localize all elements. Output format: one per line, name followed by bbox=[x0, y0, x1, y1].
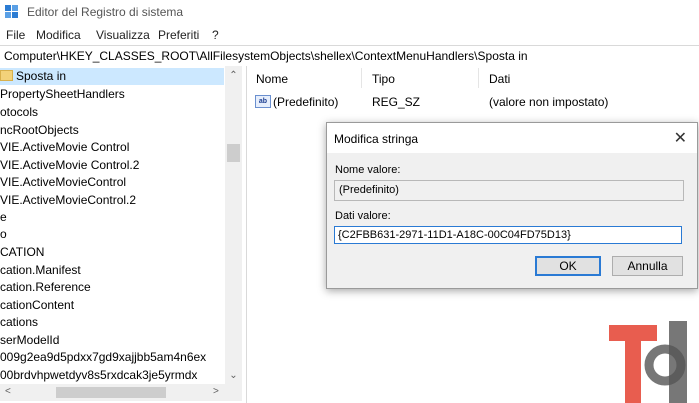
folder-icon bbox=[0, 70, 13, 82]
ok-button[interactable]: OK bbox=[535, 256, 601, 276]
tree-item[interactable]: cationContent bbox=[0, 297, 74, 314]
tree-vertical-scrollbar[interactable]: ⌃ ⌄ bbox=[225, 66, 242, 384]
value-data-input[interactable] bbox=[334, 226, 682, 244]
tree-item-label: ncRootObjects bbox=[0, 123, 79, 137]
tree-item[interactable]: CATION bbox=[0, 244, 44, 261]
tree-item[interactable]: 00brdvhpwetdyv8s5rxdcak3je5yrmdx bbox=[0, 367, 197, 384]
value-data: (valore non impostato) bbox=[489, 95, 609, 109]
tree-hscroll-thumb[interactable] bbox=[56, 387, 166, 398]
value-row[interactable]: ab (Predefinito) REG_SZ (valore non impos… bbox=[247, 92, 699, 110]
tree-item-label: serModelId bbox=[0, 333, 60, 347]
tree-item-label: 009g2ea9d5pdxx7gd9xajjbb5am4n6ex bbox=[0, 350, 207, 364]
tree-item-label: VIE.ActiveMovieControl.2 bbox=[0, 193, 137, 207]
menu-preferiti[interactable]: Preferiti bbox=[158, 28, 199, 42]
scroll-up-icon[interactable]: ⌃ bbox=[225, 70, 242, 81]
tree-item-label: cation.Manifest bbox=[0, 263, 81, 277]
tree-item[interactable]: e bbox=[0, 209, 7, 226]
menu-file[interactable]: File bbox=[6, 28, 25, 42]
tree-item-label: cationContent bbox=[0, 298, 75, 312]
tree-item-label: Sposta in bbox=[16, 69, 67, 83]
tree-item[interactable]: VIE.ActiveMovie Control bbox=[0, 139, 129, 156]
address-path[interactable]: Computer\HKEY_CLASSES_ROOT\AllFilesystem… bbox=[4, 49, 528, 63]
registry-editor-icon bbox=[5, 5, 18, 18]
dialog-titlebar[interactable]: Modifica stringa ✕ bbox=[327, 123, 697, 153]
value-type: REG_SZ bbox=[372, 95, 421, 109]
value-name-field: (Predefinito) bbox=[334, 180, 684, 201]
menu-visualizza[interactable]: Visualizza bbox=[96, 28, 150, 42]
menu-bar: File Modifica Visualizza Preferiti ? bbox=[0, 25, 699, 44]
tree-item-label: CATION bbox=[0, 245, 45, 259]
tree-item-selected[interactable]: Sposta in bbox=[0, 68, 224, 85]
column-header-name[interactable]: Nome bbox=[256, 72, 288, 86]
tree-item-label: otocols bbox=[0, 105, 39, 119]
window-title: Editor del Registro di sistema bbox=[27, 5, 184, 19]
tree-item-label: VIE.ActiveMovie Control bbox=[0, 140, 130, 154]
address-bar[interactable]: Computer\HKEY_CLASSES_ROOT\AllFilesystem… bbox=[0, 45, 699, 67]
tree-item-label: e bbox=[0, 210, 7, 224]
tree-item[interactable]: cations bbox=[0, 314, 38, 331]
tree-item[interactable]: cation.Reference bbox=[0, 279, 91, 296]
tree-scroll-thumb[interactable] bbox=[227, 144, 240, 162]
tree-item[interactable]: VIE.ActiveMovie Control.2 bbox=[0, 157, 139, 174]
tree-item-label: 00brdvhpwetdyv8s5rxdcak3je5yrmdx bbox=[0, 368, 198, 382]
scroll-down-icon[interactable]: ⌄ bbox=[225, 370, 242, 381]
tree-item-label: o bbox=[0, 227, 7, 241]
tree-horizontal-scrollbar[interactable]: < > bbox=[0, 384, 242, 401]
value-name-cell: ab (Predefinito) bbox=[255, 95, 338, 109]
column-divider[interactable] bbox=[478, 68, 479, 88]
watermark-logo bbox=[609, 321, 687, 403]
menu-help[interactable]: ? bbox=[212, 28, 219, 42]
dialog-title: Modifica stringa bbox=[334, 132, 419, 146]
tree-item[interactable]: o bbox=[0, 226, 7, 243]
tree-item[interactable]: VIE.ActiveMovieControl bbox=[0, 174, 126, 191]
tree-item[interactable]: VIE.ActiveMovieControl.2 bbox=[0, 192, 136, 209]
tree-item-label: cation.Reference bbox=[0, 280, 91, 294]
column-header-data[interactable]: Dati bbox=[489, 72, 510, 86]
key-tree[interactable]: Sposta in PropertySheetHandlers otocols … bbox=[0, 66, 247, 403]
column-header-type[interactable]: Tipo bbox=[372, 72, 395, 86]
value-name-text: (Predefinito) bbox=[339, 184, 399, 196]
string-value-icon: ab bbox=[255, 95, 271, 109]
tree-item[interactable]: 009g2ea9d5pdxx7gd9xajjbb5am4n6ex bbox=[0, 349, 206, 366]
close-icon[interactable]: ✕ bbox=[674, 128, 687, 148]
column-divider[interactable] bbox=[361, 68, 362, 88]
value-name-label: Nome valore: bbox=[335, 164, 401, 176]
tree-item[interactable]: otocols bbox=[0, 104, 38, 121]
value-name: (Predefinito) bbox=[273, 95, 339, 109]
window-titlebar: Editor del Registro di sistema bbox=[0, 0, 699, 24]
tree-item[interactable]: PropertySheetHandlers bbox=[0, 86, 125, 103]
tree-item-label: VIE.ActiveMovie Control.2 bbox=[0, 158, 140, 172]
tree-item-label: VIE.ActiveMovieControl bbox=[0, 175, 127, 189]
tree-item[interactable]: cation.Manifest bbox=[0, 262, 81, 279]
cancel-button[interactable]: Annulla bbox=[612, 256, 683, 276]
tree-item[interactable]: serModelId bbox=[0, 332, 59, 349]
menu-modifica[interactable]: Modifica bbox=[36, 28, 81, 42]
tree-item-label: cations bbox=[0, 315, 39, 329]
edit-string-dialog: Modifica stringa ✕ Nome valore: (Predefi… bbox=[326, 122, 698, 289]
scroll-left-icon[interactable]: < bbox=[5, 386, 11, 397]
tree-item-label: PropertySheetHandlers bbox=[0, 87, 125, 101]
scroll-right-icon[interactable]: > bbox=[213, 386, 219, 397]
values-list-header: Nome Tipo Dati bbox=[247, 66, 699, 90]
value-data-label: Dati valore: bbox=[335, 210, 391, 222]
tree-item[interactable]: ncRootObjects bbox=[0, 122, 79, 139]
